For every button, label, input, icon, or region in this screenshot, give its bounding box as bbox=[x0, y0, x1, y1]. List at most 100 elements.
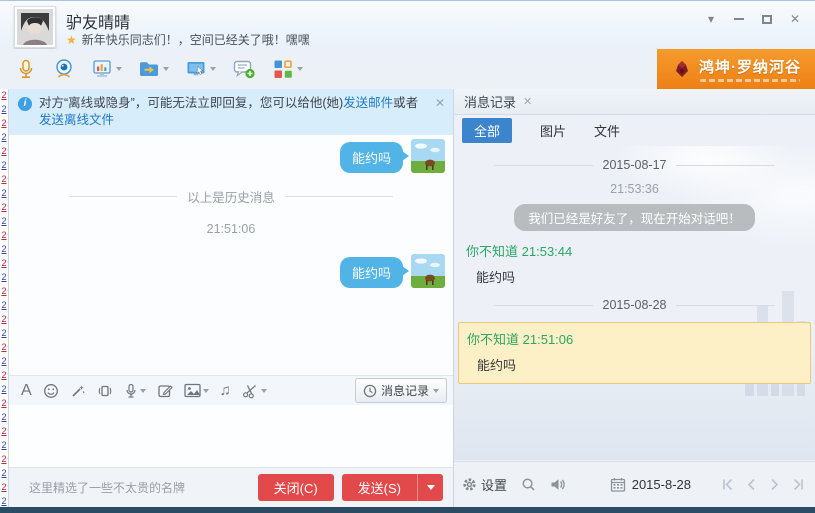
minimize-icon bbox=[734, 18, 744, 20]
magic-wand-icon bbox=[72, 385, 85, 397]
message-bubble: 能约吗 bbox=[339, 257, 410, 288]
microphone-small-icon bbox=[126, 383, 136, 398]
last-page-icon[interactable] bbox=[790, 477, 805, 492]
play-audio-button[interactable] bbox=[550, 477, 566, 492]
previous-page-icon[interactable] bbox=[744, 477, 759, 492]
voice-message-button[interactable] bbox=[124, 383, 146, 399]
sender-name: 你不知道 bbox=[466, 244, 519, 259]
date-divider-label: 2015-08-28 bbox=[602, 298, 667, 312]
video-call-button[interactable] bbox=[50, 56, 78, 82]
settings-label: 设置 bbox=[481, 478, 508, 493]
titlebar[interactable]: 驴友晴晴 ★ 新年快乐同志们！，空间已经关了哦！嘿嘿 ▾ ✕ bbox=[0, 1, 815, 49]
message-list[interactable]: 能约吗 以上是历史消息 21:51:06 能约吗 bbox=[9, 135, 453, 375]
ad-brand-name: 鸿坤·罗纳河谷 bbox=[699, 59, 801, 76]
clock-icon bbox=[363, 384, 377, 397]
file-transfer-button[interactable] bbox=[135, 56, 172, 82]
create-group-chat-button[interactable] bbox=[229, 56, 259, 82]
share-chart-button[interactable] bbox=[88, 56, 125, 82]
microphone-icon bbox=[19, 59, 33, 79]
music-share-button[interactable]: ♫ bbox=[220, 382, 231, 399]
webcam-icon bbox=[56, 59, 72, 78]
voice-call-button[interactable] bbox=[12, 56, 40, 82]
entry-header: 你不知道 21:51:06 bbox=[467, 329, 802, 348]
filter-all[interactable]: 全部 bbox=[462, 118, 513, 143]
chevron-down-icon[interactable] bbox=[116, 67, 122, 71]
history-panel: 消息记录 ✕ 全部 图片 文件 2015-08-17 21:53:36 我们已经… bbox=[454, 89, 815, 507]
filter-images[interactable]: 图片 bbox=[540, 121, 566, 140]
send-button[interactable]: 发送(S) bbox=[341, 474, 417, 501]
message-history-label: 消息记录 bbox=[380, 384, 429, 398]
self-avatar[interactable] bbox=[411, 139, 445, 173]
history-tab[interactable]: 消息记录 bbox=[464, 92, 516, 111]
emoticon-button[interactable] bbox=[43, 383, 59, 399]
entry-header: 你不知道 21:53:44 bbox=[466, 241, 815, 260]
filter-files[interactable]: 文件 bbox=[594, 121, 620, 140]
date-divider-label: 2015-08-17 bbox=[602, 158, 667, 172]
send-options-button[interactable] bbox=[417, 474, 443, 501]
screenshot-button[interactable] bbox=[242, 383, 267, 399]
close-button[interactable]: ✕ bbox=[781, 9, 809, 29]
message-input[interactable] bbox=[9, 405, 453, 467]
chevron-down-icon[interactable] bbox=[260, 388, 267, 393]
magic-expression-button[interactable] bbox=[70, 383, 86, 399]
maximize-button[interactable] bbox=[753, 9, 781, 29]
window-menu-button[interactable]: ▾ bbox=[697, 9, 725, 29]
history-divider: 以上是历史消息 bbox=[69, 187, 393, 206]
close-chat-button[interactable]: 关闭(C) bbox=[257, 474, 334, 501]
chevron-down-icon[interactable] bbox=[297, 67, 303, 71]
history-bottom-bar: 设置 2015-8-28 bbox=[454, 461, 815, 507]
history-filters: 全部 图片 文件 bbox=[454, 115, 815, 146]
chevron-down-icon[interactable] bbox=[202, 388, 209, 393]
notice-text: 对方“离线或隐身”，可能无法立即回复，您可以给他(她) bbox=[39, 96, 344, 110]
applications-button[interactable] bbox=[269, 56, 306, 82]
message-history-toggle-button[interactable]: 消息记录 bbox=[354, 378, 447, 403]
history-settings-button[interactable]: 设置 bbox=[462, 475, 507, 494]
date-divider: 2015-08-17 bbox=[494, 158, 775, 172]
minimize-button[interactable] bbox=[725, 9, 753, 29]
handwriting-button[interactable] bbox=[157, 383, 173, 399]
landscape-avatar-image bbox=[411, 139, 445, 173]
qq-chat-window: 222222222222222222222222222222 驴友晴晴 ★ 新年… bbox=[0, 0, 815, 513]
star-icon: ★ bbox=[66, 32, 77, 47]
screen-share-icon bbox=[187, 62, 205, 76]
font-style-button[interactable]: A bbox=[21, 382, 32, 400]
next-page-icon[interactable] bbox=[767, 477, 782, 492]
history-date-picker[interactable]: 2015-8-28 bbox=[610, 477, 691, 492]
chart-monitor-icon bbox=[93, 60, 111, 77]
first-page-icon[interactable] bbox=[721, 477, 736, 492]
notice-close-icon[interactable]: ✕ bbox=[435, 95, 445, 112]
peer-avatar[interactable] bbox=[14, 6, 56, 48]
self-avatar[interactable] bbox=[411, 254, 445, 288]
date-divider: 2015-08-28 bbox=[494, 298, 775, 312]
window-shake-button[interactable] bbox=[97, 383, 113, 399]
chevron-down-icon[interactable] bbox=[210, 67, 216, 71]
window-bottom-edge bbox=[0, 507, 815, 513]
send-image-button[interactable] bbox=[184, 383, 209, 398]
chevron-down-icon bbox=[433, 388, 439, 393]
send-mail-link[interactable]: 发送邮件 bbox=[343, 96, 393, 110]
portrait-image bbox=[17, 9, 53, 45]
entry-time: 21:53:44 bbox=[521, 244, 573, 259]
edit-pen-icon bbox=[158, 384, 173, 397]
offline-notice-bar: i 对方“离线或隐身”，可能无法立即回复，您可以给他(她)发送邮件或者发送离线文… bbox=[9, 89, 453, 135]
history-divider-label: 以上是历史消息 bbox=[187, 191, 275, 205]
history-pagination bbox=[721, 477, 805, 492]
screen-share-button[interactable] bbox=[182, 56, 219, 82]
history-search-button[interactable] bbox=[521, 477, 536, 492]
entry-time: 21:51:06 bbox=[522, 332, 574, 347]
history-entry: 你不知道 21:51:06 能约吗 bbox=[467, 329, 802, 374]
outgoing-message-row: 能约吗 bbox=[9, 135, 453, 173]
scissors-icon bbox=[242, 384, 256, 398]
selected-date: 2015-8-28 bbox=[631, 477, 691, 492]
chevron-down-icon[interactable] bbox=[163, 67, 169, 71]
music-note-icon: ♫ bbox=[219, 382, 231, 399]
ad-banner[interactable]: 鸿坤·罗纳河谷 bbox=[657, 49, 815, 89]
send-offline-file-link[interactable]: 发送离线文件 bbox=[39, 113, 114, 127]
chevron-down-icon[interactable] bbox=[139, 388, 146, 393]
speaker-icon bbox=[551, 479, 565, 490]
promo-hint: 这里精选了一些不太贵的名牌 bbox=[29, 481, 186, 495]
history-tab-close-icon[interactable]: ✕ bbox=[523, 95, 532, 108]
sender-name: 你不知道 bbox=[467, 332, 520, 347]
history-content[interactable]: 2015-08-17 21:53:36 我们已经是好友了，现在开始对话吧！ 你不… bbox=[454, 146, 815, 460]
conversation-panel: i 对方“离线或隐身”，可能无法立即回复，您可以给他(她)发送邮件或者发送离线文… bbox=[9, 89, 454, 507]
